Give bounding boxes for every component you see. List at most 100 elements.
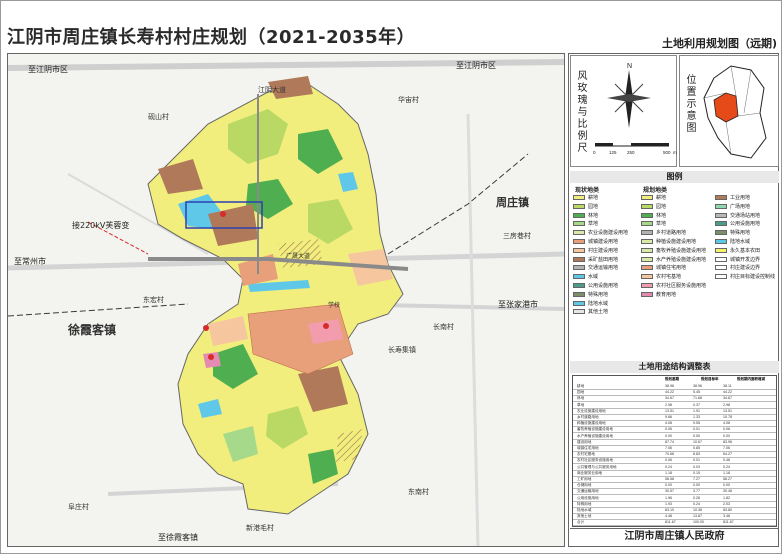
label-school: 学校: [328, 301, 340, 309]
table-cell: 44.22: [665, 390, 674, 395]
table-row: 农业设施建设用地 13.51 1.91 13.51: [573, 408, 776, 415]
legend-label: 草地: [656, 221, 667, 228]
location-box: 位置示意图: [679, 55, 779, 167]
table-row: 公用设施用地 1.96 0.26 1.82: [573, 496, 776, 502]
label-village-dongjia: 东宏村: [143, 295, 164, 304]
legend-swatch: [641, 274, 653, 280]
legend-swatch: [715, 274, 727, 280]
table-cell: 58.27: [723, 477, 732, 481]
facility-marker[interactable]: [323, 323, 329, 329]
label-to-xuxiake: 至徐霞客镇: [158, 532, 198, 542]
table-title: 土地用途结构调整表: [570, 361, 779, 373]
legend-label: 交通运输用地: [588, 265, 619, 272]
legend-swatch: [641, 230, 653, 236]
table-cell: 城镇住宅用地: [577, 446, 599, 450]
label-to-changzhou: 至常州市: [14, 256, 46, 266]
table-cell: 38.96: [665, 384, 674, 388]
legend-swatch: [573, 283, 585, 288]
label-town-xuxiake: 徐霞客镇: [67, 322, 116, 337]
scale-unit: m: [673, 150, 677, 155]
legend-label: 教育用地: [656, 291, 677, 298]
legend-label: 城镇住宅用地: [656, 265, 687, 272]
legend-label: 陆地水域: [588, 300, 609, 307]
legend-swatch: [641, 195, 653, 200]
table-cell: 30.46: [723, 489, 732, 494]
legend-item: 城镇开发边界: [715, 256, 760, 263]
legend-label: 耕地: [656, 195, 667, 201]
scale-bar: [595, 143, 613, 146]
legend-item: 教育用地: [641, 291, 676, 298]
table-row: 商业服务业用地 1.18 0.15 1.18: [573, 471, 776, 477]
legend-swatch: [573, 221, 585, 227]
table-cell: 70.66: [665, 452, 674, 457]
legend-label: 林地: [656, 212, 667, 219]
legend-item: 耕地: [573, 194, 598, 201]
table-cell: 7.27: [693, 477, 700, 481]
legend-label: 陆地水域: [730, 239, 751, 245]
table-cell: 1.91: [693, 408, 700, 413]
legend-item: 其他土地: [573, 308, 608, 315]
table-cell: 0.00: [665, 483, 672, 488]
legend-label: 采矿盐田用地: [588, 256, 619, 263]
table-cell: 83.10: [665, 508, 674, 512]
legend-plan-header: 规划地类: [643, 188, 668, 194]
table-cell: 0.06: [723, 427, 730, 432]
table-cell: 13.51: [665, 408, 674, 413]
table-cell: 811.67: [665, 520, 676, 525]
table-cell: 4.08: [665, 421, 672, 426]
table-cell: 2.98: [723, 402, 730, 407]
legend-swatch: [641, 283, 653, 288]
table-row: 特殊用地 1.93 0.24 2.03: [573, 502, 776, 508]
label-north-city-left: 至江阴市区: [28, 64, 68, 74]
table-cell: 4.48: [665, 514, 672, 519]
table-cell: 0.24: [723, 464, 730, 469]
legend-item: 交通运输用地: [573, 264, 618, 271]
table-cell: 0.55: [693, 421, 700, 426]
legend-swatch: [715, 195, 727, 200]
table-cell: 10.38: [693, 508, 702, 512]
legend-item: 乡村道路用地: [641, 229, 686, 236]
legend-label: 农业设施建设用地: [588, 230, 629, 237]
legend-item: 陆地水域: [573, 300, 608, 307]
table-cell: 8.83: [693, 452, 700, 457]
legend-label: 村庄目标建设控制线: [730, 274, 776, 281]
legend-item: 耕地: [641, 194, 666, 201]
legend-item: 陆地水域: [715, 238, 750, 245]
legend-label: 农村社区服务设施用地: [656, 283, 707, 289]
table-row: 林地 34.67 71.68 34.67: [573, 396, 776, 403]
table-row: 农村社区服务设施用地 0.06 0.01 0.46: [573, 458, 776, 465]
legend-item: 种植设施建设用地: [641, 238, 696, 245]
legend-label: 村庄建设边界: [730, 265, 761, 272]
compass-label: 风玫瑰与比例尺: [575, 70, 586, 154]
scale-bar: [631, 143, 669, 146]
legend-swatch: [573, 291, 585, 297]
legend-swatch: [573, 256, 585, 262]
legend-label: 交通场站用地: [730, 212, 761, 219]
north-label: N: [627, 63, 632, 70]
table-cell: 58.58: [665, 477, 674, 481]
legend-label: 草地: [588, 221, 599, 228]
legend-item: 采矿盐田用地: [573, 256, 618, 263]
table-cell: 种植设施建设用地: [577, 421, 606, 426]
table-cell: 水产养殖设施建设用地: [577, 433, 613, 438]
legend-label: 水域: [588, 274, 599, 281]
legend-swatch: [641, 291, 653, 297]
table-cell: 7.06: [665, 446, 672, 450]
facility-marker[interactable]: [208, 354, 214, 360]
table-cell: 7.06: [723, 446, 730, 450]
table-row: 水产养殖设施建设用地 0.00 0.00 0.00: [573, 433, 776, 440]
legend-item: 城镇住宅用地: [641, 264, 686, 271]
legend-swatch: [715, 265, 727, 271]
legend-swatch: [715, 203, 727, 209]
label-north-city-right: 至江阴市区: [456, 60, 496, 70]
table-cell: 仓储用地: [577, 483, 592, 488]
facility-marker[interactable]: [203, 325, 209, 331]
table-row: 交通运输用地 30.57 3.77 30.46: [573, 489, 776, 496]
legend-item: 工业用地: [715, 194, 750, 201]
table-cell: 0.85: [693, 446, 700, 450]
land-use-map[interactable]: 至江阴市区 至江阴市区 江阴大道 砚山村 华宙村 三房巷村 东宏村 长南村 长寿…: [7, 53, 565, 547]
table-cell: 0.03: [693, 464, 700, 469]
location-label: 位置示意图: [684, 74, 695, 134]
legend-item: 永久基本农田: [715, 247, 760, 254]
facility-marker[interactable]: [220, 211, 226, 217]
